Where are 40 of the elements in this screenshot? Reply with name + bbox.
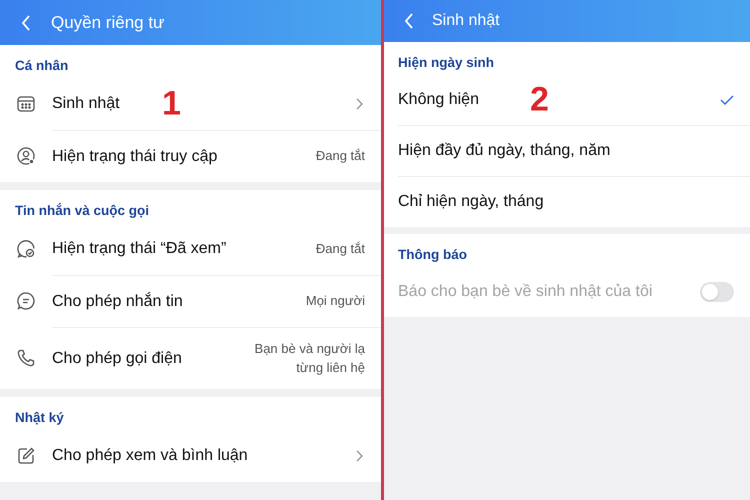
- section-heading: Tin nhắn và cuộc gọi: [14, 202, 150, 220]
- checkmark-icon: [720, 95, 734, 105]
- phone-icon: [16, 348, 36, 368]
- back-icon[interactable]: [21, 14, 31, 30]
- chat-check-icon: [16, 239, 36, 259]
- option-row[interactable]: Chỉ hiện ngày, tháng: [398, 176, 750, 227]
- screen-title: Sinh nhật: [432, 12, 500, 30]
- setting-label: Cho phép nhắn tin: [52, 292, 183, 310]
- section-heading: Nhật ký: [14, 409, 65, 427]
- setting-value: Đang tắt: [316, 147, 365, 166]
- option-label: Chỉ hiện ngày, tháng: [398, 193, 544, 211]
- setting-label: Cho phép xem và bình luận: [52, 447, 248, 465]
- chat-icon: [16, 291, 36, 311]
- option-label: Hiện đầy đủ ngày, tháng, năm: [398, 142, 610, 160]
- settings-row[interactable]: Sinh nhật 1: [0, 78, 381, 130]
- setting-label: Sinh nhật: [52, 95, 120, 113]
- edit-icon: [16, 446, 36, 466]
- user-status-icon: [16, 146, 36, 166]
- annotation-number: 1: [162, 84, 181, 124]
- section-heading: Thông báo: [397, 246, 468, 264]
- option-label: Không hiện: [398, 91, 479, 109]
- setting-value: Bạn bè và người lạ từng liên hệ: [254, 340, 365, 377]
- back-icon[interactable]: [404, 13, 414, 29]
- section-heading: Hiện ngày sinh: [397, 54, 496, 72]
- annotation-number: 2: [530, 80, 549, 120]
- setting-label: Cho phép gọi điện: [52, 350, 182, 368]
- settings-row[interactable]: Cho phép xem và bình luận: [0, 430, 381, 482]
- chevron-icon: [356, 98, 363, 110]
- option-row[interactable]: Không hiện 2: [398, 75, 750, 125]
- calendar-icon: [16, 94, 36, 114]
- section-heading: Cá nhân: [14, 57, 70, 75]
- setting-value: Mọi người: [306, 292, 365, 310]
- setting-value: Đang tắt: [316, 240, 365, 258]
- setting-label: Hiện trạng thái “Đã xem”: [52, 240, 226, 258]
- chevron-icon: [356, 450, 363, 462]
- setting-label: Hiện trạng thái truy cập: [52, 148, 218, 166]
- toggle-label: Báo cho bạn bè về sinh nhật của tôi: [398, 283, 652, 301]
- option-row[interactable]: Hiện đầy đủ ngày, tháng, năm: [398, 125, 750, 176]
- settings-row[interactable]: Hiện trạng thái “Đã xem” Đang tắt: [0, 223, 381, 275]
- screen-title: Quyền riêng tư: [51, 12, 164, 32]
